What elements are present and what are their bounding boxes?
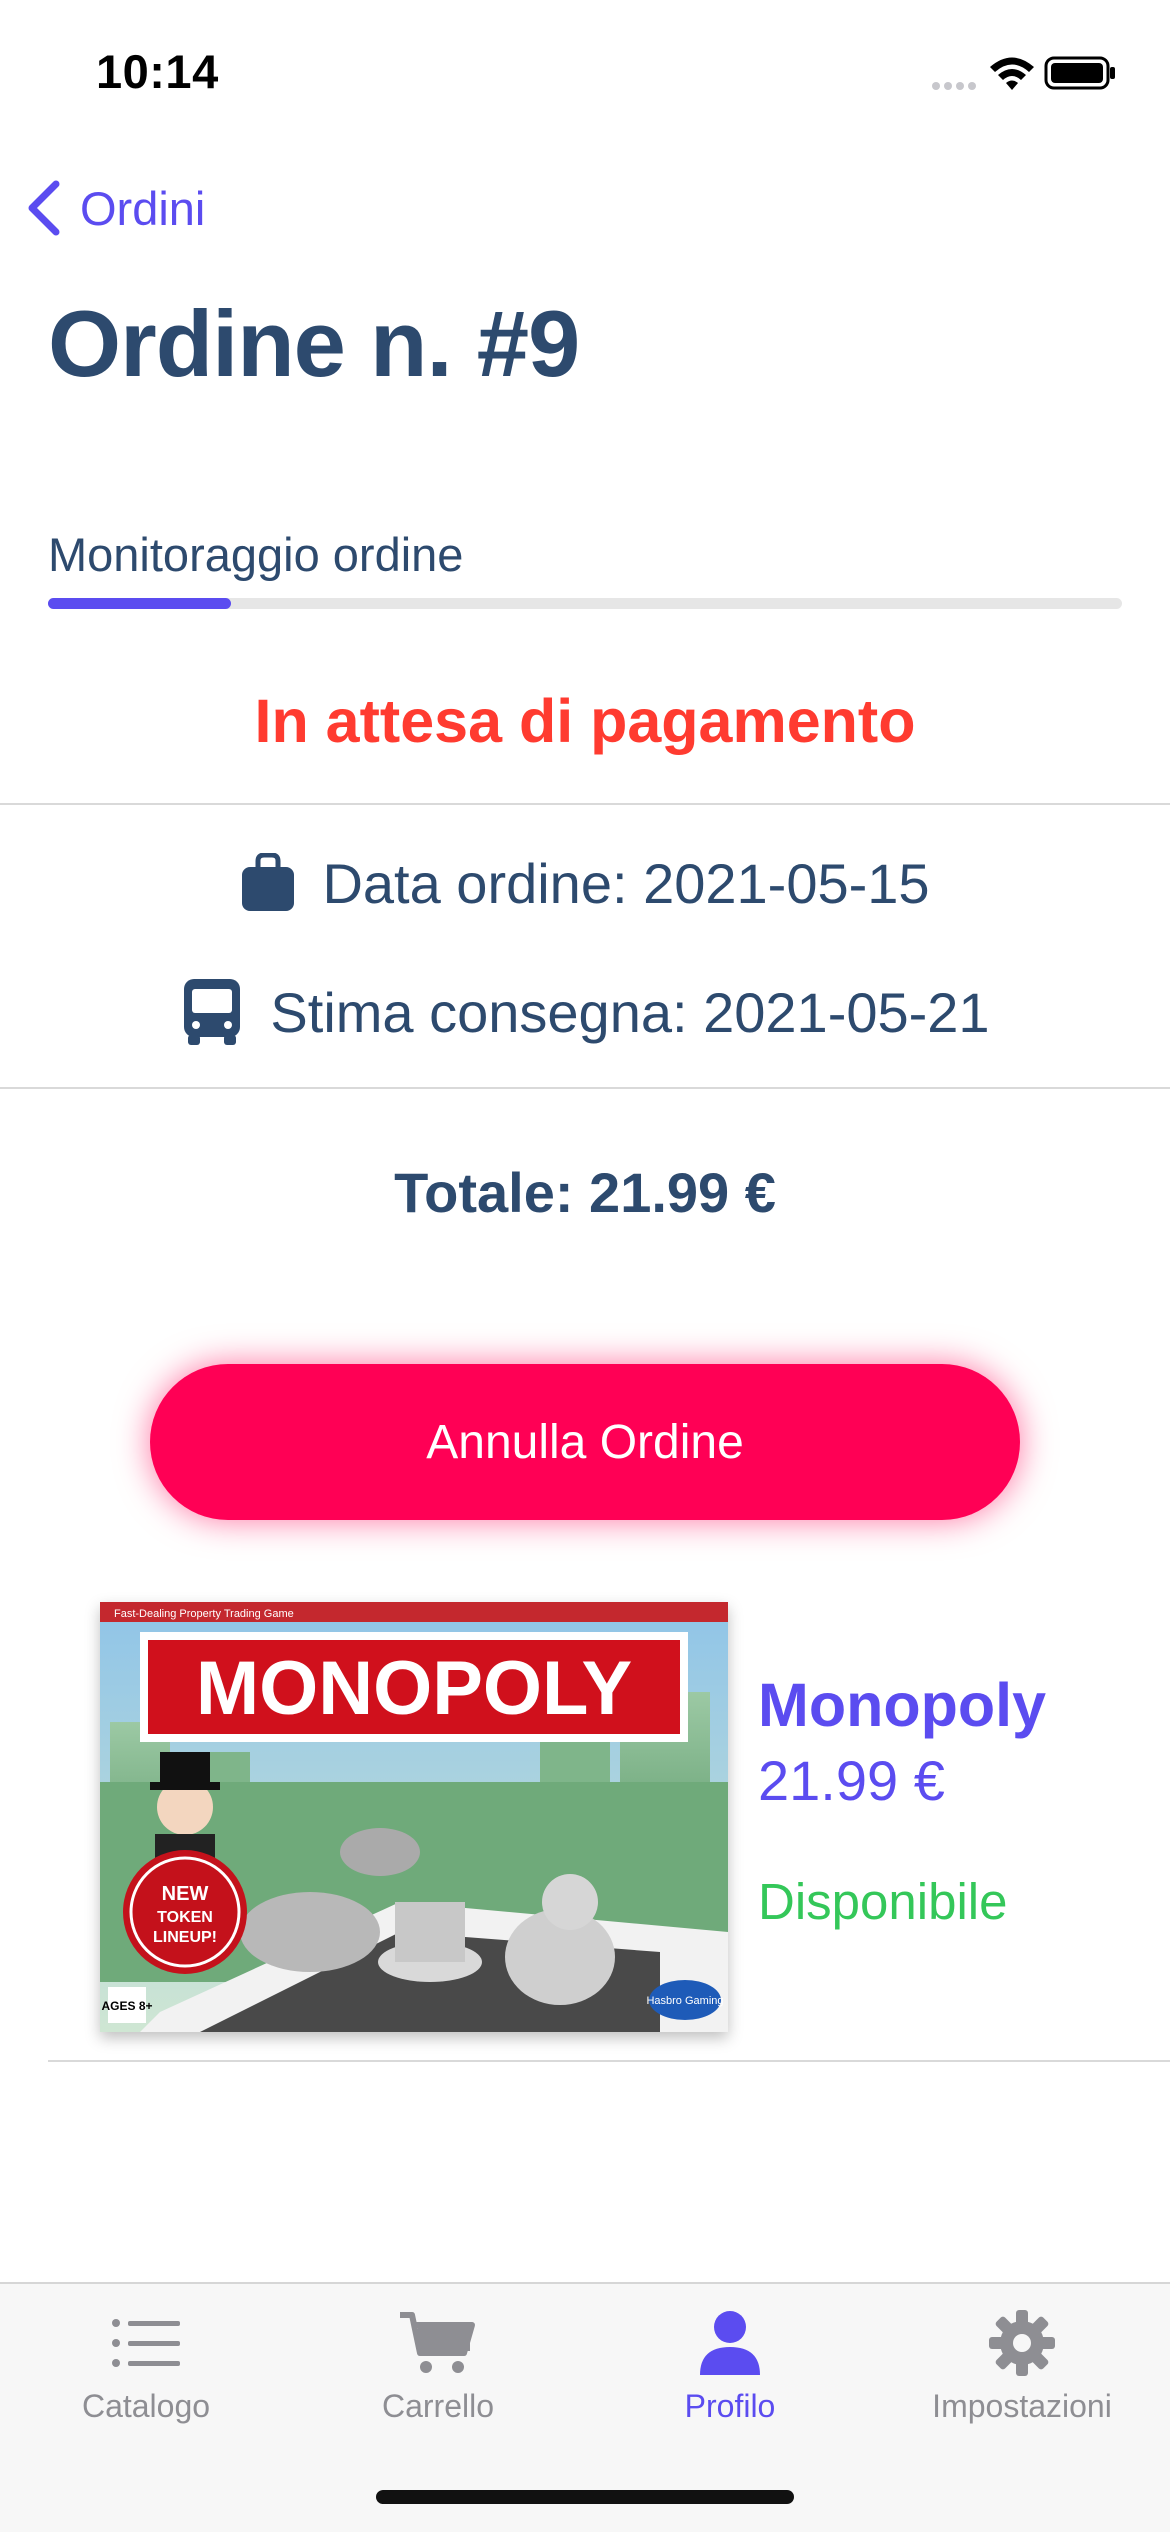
divider: [0, 803, 1170, 805]
cancel-order-label: Annulla Ordine: [426, 1415, 744, 1469]
bag-icon: [242, 853, 295, 911]
product-name: Monopoly: [758, 1671, 1046, 1739]
product-price: 21.99 €: [758, 1749, 945, 1812]
chevron-left-icon: [28, 180, 60, 236]
tab-profilo[interactable]: Profilo: [584, 2304, 876, 2434]
delivery-estimate-row: Stima consegna: 2021-05-21: [0, 976, 1170, 1048]
product-availability: Disponibile: [758, 1873, 1008, 1930]
divider: [0, 1087, 1170, 1089]
tracking-progress-bar: [48, 598, 1122, 609]
svg-text:MONOPOLY: MONOPOLY: [196, 1646, 632, 1731]
tab-label: Impostazioni: [932, 2388, 1112, 2424]
svg-text:LINEUP!: LINEUP!: [153, 1929, 217, 1946]
gear-icon: [989, 2310, 1055, 2376]
delivery-estimate: Stima consegna: 2021-05-21: [270, 980, 990, 1044]
order-date: Data ordine: 2021-05-15: [322, 851, 930, 915]
order-total: Totale: 21.99 €: [394, 1161, 776, 1224]
svg-text:Hasbro Gaming: Hasbro Gaming: [646, 1995, 723, 2007]
battery-icon: [1044, 56, 1115, 90]
tab-label: Carrello: [381, 2388, 495, 2424]
tab-catalogo[interactable]: Catalogo: [0, 2304, 292, 2434]
order-status: In attesa di pagamento: [254, 687, 916, 755]
svg-text:Fast-Dealing Property Trading: Fast-Dealing Property Trading Game: [114, 1608, 294, 1620]
product-image: Fast-Dealing Property Trading Game MONOP…: [100, 1602, 728, 2032]
svg-text:NEW: NEW: [162, 1883, 209, 1905]
tab-impostazioni[interactable]: Impostazioni: [876, 2304, 1168, 2434]
order-date-row: Data ordine: 2021-05-15: [0, 850, 1170, 916]
status-time: 10:14: [96, 45, 219, 98]
cart-icon: [400, 2312, 475, 2373]
back-label: Ordini: [80, 181, 206, 235]
signal-icon: [932, 82, 976, 90]
tab-label: Catalogo: [81, 2388, 211, 2424]
tracking-label: Monitoraggio ordine: [48, 528, 464, 581]
divider: [48, 2060, 1170, 2062]
svg-text:TOKEN: TOKEN: [157, 1909, 213, 1926]
home-indicator: [376, 2490, 794, 2504]
wifi-icon: [990, 57, 1034, 90]
tab-carrello[interactable]: Carrello: [292, 2304, 584, 2434]
cancel-order-button[interactable]: Annulla Ordine: [150, 1364, 1020, 1520]
svg-text:AGES 8+: AGES 8+: [101, 1999, 152, 2013]
order-detail-screen: 10:14 Ordini Ordine n. #9 Monitoraggio o…: [0, 0, 1170, 2532]
tab-label: Profilo: [684, 2388, 776, 2424]
list-item[interactable]: Fast-Dealing Property Trading Game MONOP…: [48, 1590, 1170, 2060]
status-icons: [928, 50, 1118, 100]
back-button[interactable]: Ordini: [24, 178, 205, 238]
page-title: Ordine n. #9: [48, 291, 580, 396]
person-icon: [700, 2311, 760, 2375]
tracking-progress-fill: [48, 598, 231, 609]
list-icon: [112, 2319, 180, 2367]
bus-icon: [184, 979, 241, 1045]
